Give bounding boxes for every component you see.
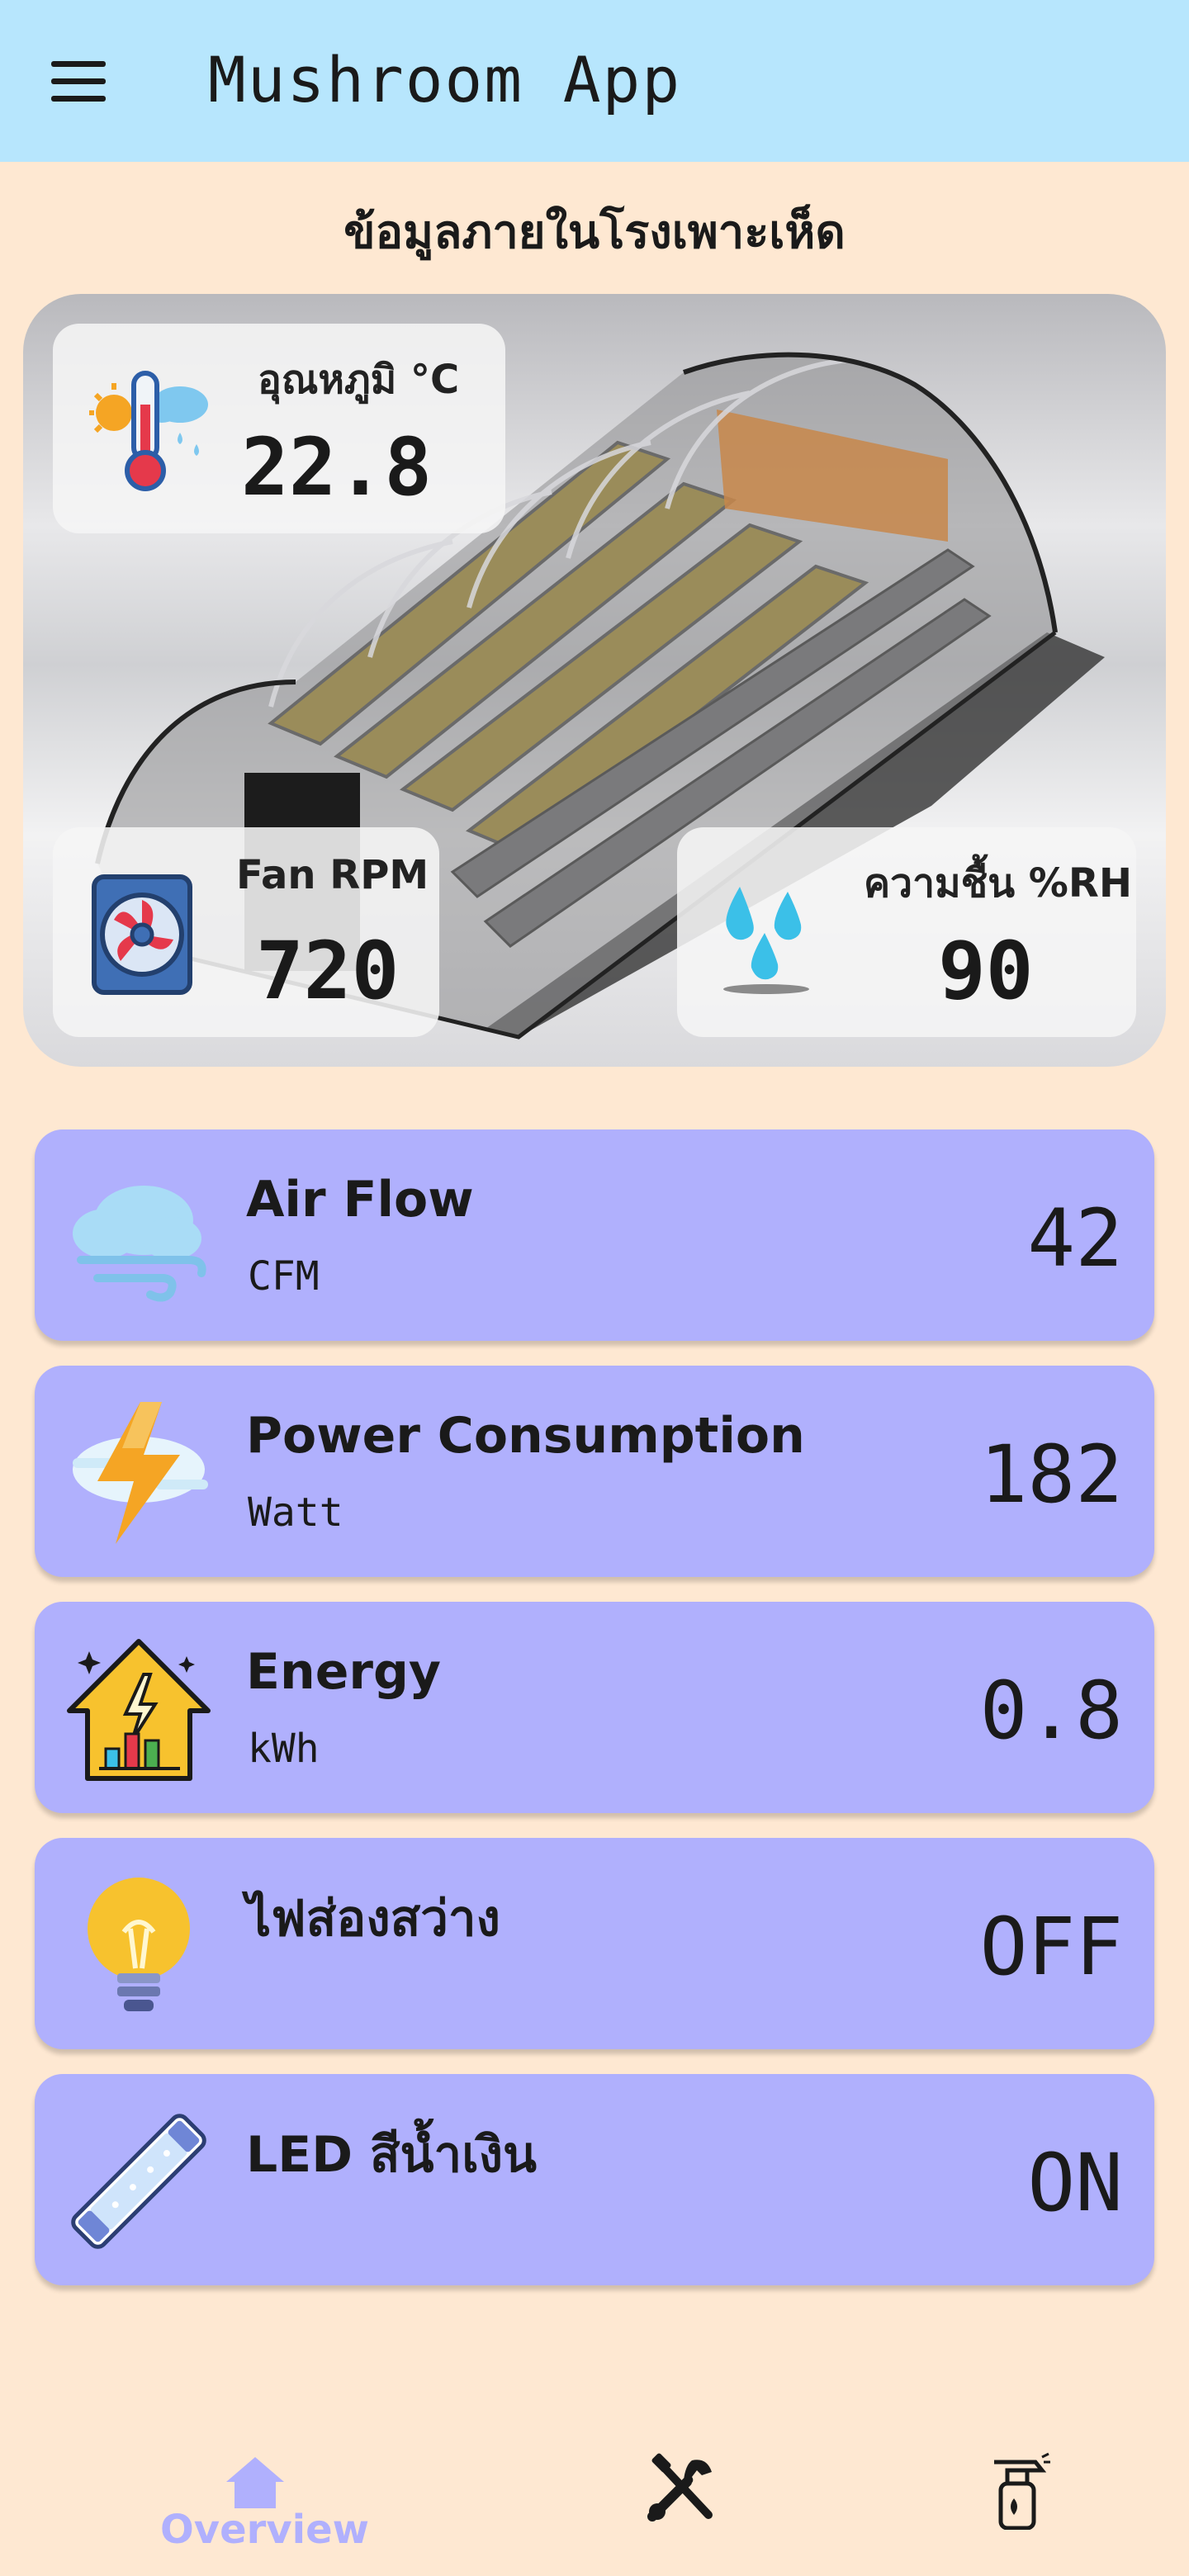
temperature-value: 22.8 <box>241 421 433 514</box>
energy-card[interactable]: Energy kWh 0.8 <box>35 1602 1154 1813</box>
bottom-navigation: Overview <box>0 2394 1189 2576</box>
humidity-value: 90 <box>938 925 1034 1017</box>
temperature-card: อุณหภูมิ °C 22.8 <box>53 324 505 533</box>
airflow-title: Air Flow <box>246 1171 474 1229</box>
fan-icon <box>92 874 192 995</box>
fan-value: 720 <box>256 925 400 1017</box>
nav-spray[interactable] <box>984 2451 1050 2531</box>
wind-cloud-icon <box>73 1186 206 1302</box>
app-title: Mushroom App <box>208 43 682 116</box>
app-bar: Mushroom App <box>0 0 1189 162</box>
power-consumption-value: 182 <box>979 1428 1123 1521</box>
power-consumption-card[interactable]: Power Consumption Watt 182 <box>35 1366 1154 1577</box>
energy-value: 0.8 <box>979 1664 1123 1757</box>
airflow-card[interactable]: Air Flow CFM 42 <box>35 1129 1154 1341</box>
lighting-status: OFF <box>979 1901 1123 1993</box>
light-bulb-icon <box>88 1878 190 2011</box>
airflow-unit: CFM <box>248 1253 320 1300</box>
fan-card: Fan RPM 720 <box>53 827 439 1037</box>
water-drops-icon <box>723 887 809 994</box>
lightning-icon <box>73 1402 208 1544</box>
thermometer-sun-icon <box>89 371 208 491</box>
greenhouse-overview-panel: อุณหภูมิ °C 22.8 Fan RPM 720 ความชื้น %R… <box>23 294 1166 1067</box>
humidity-card: ความชื้น %RH 90 <box>677 827 1136 1037</box>
spray-bottle-icon <box>994 2452 1050 2531</box>
home-icon <box>226 2457 284 2508</box>
lighting-card[interactable]: ไฟส่องสว่าง OFF <box>35 1838 1154 2049</box>
energy-house-icon <box>67 1639 211 1781</box>
blue-led-status: ON <box>1027 2137 1123 2229</box>
led-tube-icon <box>71 2114 206 2249</box>
humidity-label: ความชื้น %RH <box>864 860 1132 907</box>
menu-icon[interactable] <box>51 61 106 102</box>
airflow-value: 42 <box>1027 1192 1123 1285</box>
fan-label: Fan RPM <box>236 852 429 898</box>
energy-title: Energy <box>246 1643 442 1701</box>
temperature-label: อุณหภูมิ °C <box>258 357 460 403</box>
energy-unit: kWh <box>248 1726 320 1772</box>
power-consumption-unit: Watt <box>248 1489 343 1536</box>
nav-overview-label: Overview <box>160 2507 369 2553</box>
nav-overview[interactable]: Overview <box>160 2455 369 2555</box>
lighting-title: ไฟส่องสว่าง <box>246 1890 500 1948</box>
section-title: ข้อมูลภายในโรงเพาะเห็ด <box>343 206 846 259</box>
power-consumption-title: Power Consumption <box>246 1407 805 1465</box>
blue-led-card[interactable]: LED สีน้ำเงิน ON <box>35 2074 1154 2285</box>
tools-icon <box>647 2453 713 2522</box>
nav-tools[interactable] <box>644 2452 718 2526</box>
blue-led-title: LED สีน้ำเงิน <box>246 2126 538 2184</box>
